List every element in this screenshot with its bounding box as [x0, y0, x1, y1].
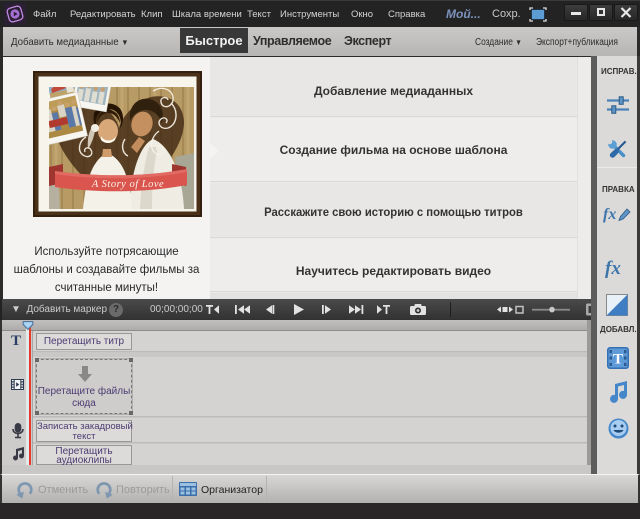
svg-text:T: T [613, 352, 623, 368]
svg-text:A Story of Love: A Story of Love [91, 179, 164, 190]
